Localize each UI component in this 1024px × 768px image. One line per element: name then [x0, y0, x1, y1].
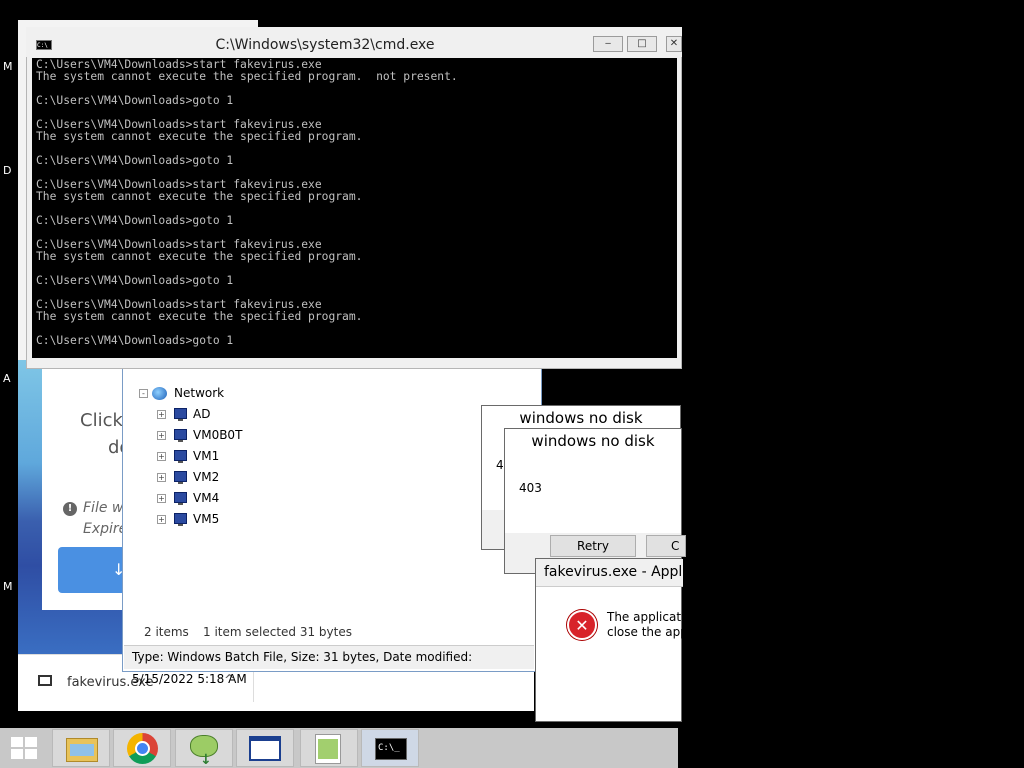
computer-icon [174, 408, 187, 421]
desktop-icon-label[interactable]: M [3, 580, 13, 593]
tree-item-vm4[interactable]: VM4 [193, 491, 219, 505]
retry-button[interactable]: Retry [550, 535, 636, 557]
error-message-line1: The applicatio [607, 610, 692, 624]
desktop-background-right [678, 0, 1024, 728]
tree-item-ad[interactable]: AD [193, 407, 210, 421]
tree-expand-toggle[interactable]: + [157, 515, 166, 524]
window-title: C:\Windows\system32\cmd.exe [215, 37, 435, 53]
windows-logo-icon [25, 737, 37, 747]
tree-expand-toggle[interactable]: + [157, 494, 166, 503]
item-count: 2 items [144, 625, 189, 639]
dialog-body: 403 [505, 453, 681, 533]
computer-icon [174, 471, 187, 484]
tree-expand-toggle[interactable]: + [157, 431, 166, 440]
cancel-button[interactable]: C [646, 535, 686, 557]
network-icon [152, 387, 167, 400]
taskbar-command-prompt[interactable]: C:\_ [361, 729, 419, 767]
notepad-plus-icon [318, 739, 338, 759]
navigation-tree: - Network + AD + VM0B0T + VM1 + VM2 + VM… [124, 370, 534, 620]
dialog-title: windows no disk [482, 406, 680, 430]
taskbar-notepad-installer[interactable]: ↓ [175, 729, 233, 768]
tree-item-vm2[interactable]: VM2 [193, 470, 219, 484]
selection-info: 1 item selected 31 bytes [203, 625, 352, 639]
command-prompt-icon: C:\_ [375, 738, 407, 760]
taskbar-file-explorer[interactable] [52, 729, 110, 767]
cmd-app-icon: C:\ [36, 40, 52, 50]
tree-item-vm0b0t[interactable]: VM0B0T [193, 428, 242, 442]
file-icon [38, 675, 52, 686]
file-note: File w [83, 500, 124, 516]
status-bar: 2 items 1 item selected 31 bytes [130, 622, 534, 644]
desktop-icon-label[interactable]: M [3, 60, 13, 73]
computer-icon [174, 429, 187, 442]
start-button[interactable] [9, 736, 39, 760]
download-card-heading: Click [80, 410, 123, 431]
taskbar-notepad-plus-plus[interactable] [300, 729, 358, 767]
details-pane: Type: Windows Batch File, Size: 31 bytes… [124, 645, 534, 686]
minimize-button[interactable]: ‒ [593, 36, 623, 52]
taskbar-window[interactable] [236, 729, 294, 767]
taskbar-chrome[interactable] [113, 729, 171, 767]
dialog-message: 403 [519, 481, 542, 495]
tree-item-vm1[interactable]: VM1 [193, 449, 219, 463]
chrome-center-icon [135, 741, 150, 756]
dialog-title: windows no disk [505, 429, 681, 453]
windows-logo-icon [11, 749, 23, 759]
window-icon [249, 736, 281, 761]
error-icon: ✕ [567, 610, 597, 640]
windows-logo-icon [11, 737, 23, 747]
console-output: C:\Users\VM4\Downloads>start fakevirus.e… [36, 58, 458, 347]
tree-expand-toggle[interactable]: + [157, 452, 166, 461]
computer-icon [174, 492, 187, 505]
computer-icon [174, 450, 187, 463]
info-icon: ! [63, 502, 77, 516]
dialog-title: fakevirus.exe - Appli [544, 564, 687, 580]
download-arrow-icon: ↓ [200, 752, 212, 768]
tree-expand-toggle[interactable]: + [157, 473, 166, 482]
windows-logo-icon [25, 749, 37, 759]
desktop-icon-label[interactable]: D [3, 164, 11, 177]
expire-note: Expire [83, 521, 128, 537]
application-error-dialog: fakevirus.exe - Appli ✕ The applicatio c… [535, 558, 692, 722]
desktop-icon-label[interactable]: A [3, 372, 11, 385]
tree-item-vm5[interactable]: VM5 [193, 512, 219, 526]
folder-window-icon [70, 744, 94, 756]
tree-expand-toggle[interactable]: + [157, 410, 166, 419]
tree-item-network[interactable]: Network [174, 386, 224, 400]
tree-collapse-toggle[interactable]: - [139, 389, 148, 398]
maximize-button[interactable]: □ [627, 36, 657, 52]
error-dialog-front: windows no disk 403 Retry C [504, 428, 686, 574]
computer-icon [174, 513, 187, 526]
error-message-line2: close the app [607, 625, 688, 639]
taskbar-offscreen [678, 728, 1024, 768]
close-button[interactable]: ✕ [666, 36, 682, 52]
desktop-left-strip: M D A M [0, 0, 20, 728]
